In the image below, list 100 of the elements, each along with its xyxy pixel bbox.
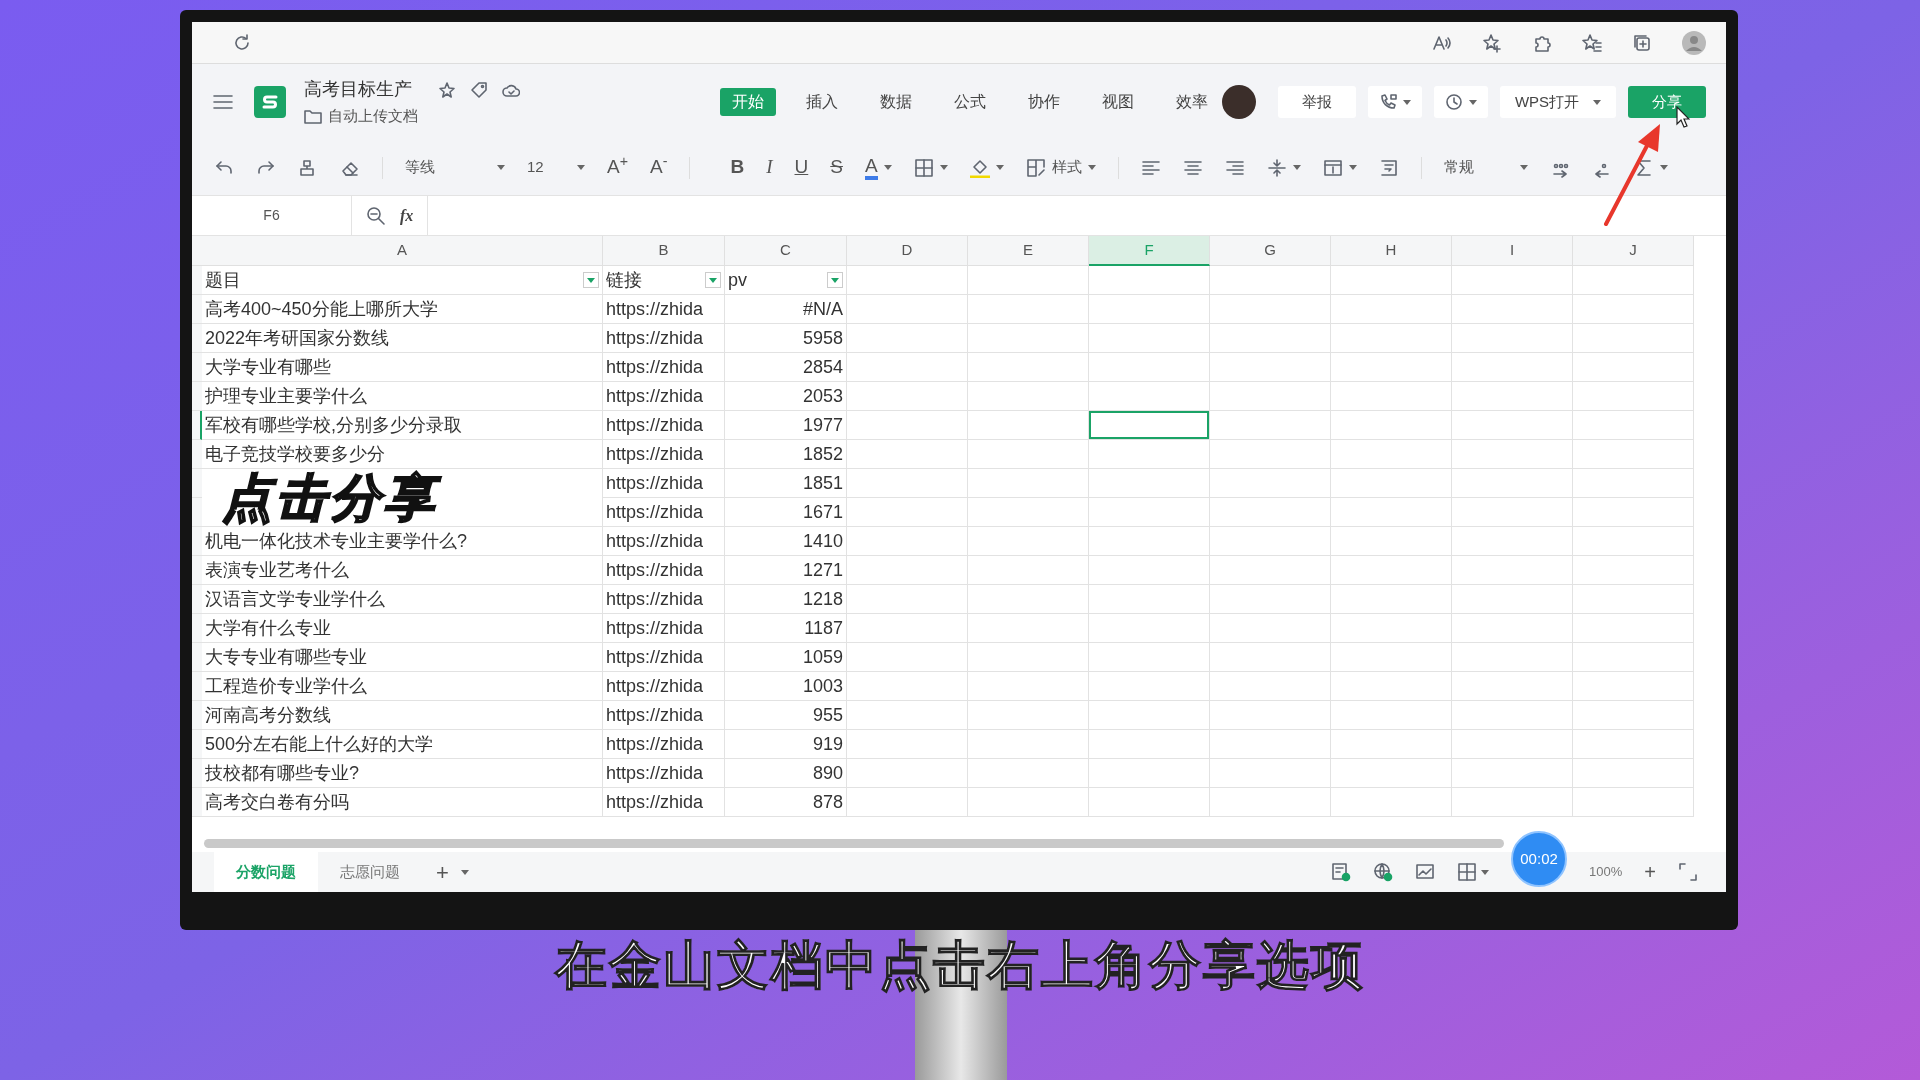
table-cell: https://zhida	[603, 353, 725, 382]
document-title[interactable]: 高考目标生产	[304, 76, 412, 104]
add-favorite-icon[interactable]	[1482, 32, 1502, 53]
call-button[interactable]	[1368, 86, 1422, 118]
caret-icon[interactable]	[1292, 165, 1301, 170]
table-cell: 大学专业有哪些	[202, 353, 603, 382]
menu-tab[interactable]: 公式	[942, 88, 998, 116]
number-format-select[interactable]: 常规	[1443, 156, 1528, 179]
column-header[interactable]: J	[1573, 236, 1694, 266]
font-color-button[interactable]: A	[864, 155, 892, 180]
video-subtitle: 在金山文档中点击右上角分享选项	[555, 935, 1365, 996]
column-header[interactable]: A	[202, 236, 603, 266]
table-cell: 河南高考分数线	[202, 701, 603, 730]
app-logo[interactable]	[254, 86, 286, 118]
name-box[interactable]: F6	[192, 196, 352, 235]
table-cell: https://zhida	[603, 759, 725, 788]
row-header[interactable]	[192, 411, 202, 440]
italic-button[interactable]: I	[766, 153, 773, 182]
menu-tab[interactable]: 数据	[868, 88, 924, 116]
phone-icon[interactable]	[1379, 93, 1397, 111]
zoom-in-button[interactable]: +	[1644, 857, 1656, 887]
column-header[interactable]: C	[725, 236, 847, 266]
borders-icon[interactable]	[913, 157, 934, 178]
zoom-search-icon[interactable]	[366, 205, 386, 226]
filter-dropdown-icon[interactable]	[827, 272, 843, 288]
caret-icon[interactable]	[1348, 165, 1357, 170]
table-cell: 2854	[725, 353, 847, 382]
vertical-align-icon[interactable]	[1266, 157, 1287, 178]
table-cell: https://zhida	[603, 324, 725, 353]
table-cell: https://zhida	[603, 788, 725, 817]
clock-icon[interactable]	[1445, 93, 1463, 111]
column-header[interactable]: E	[968, 236, 1089, 266]
font-select[interactable]: 等线	[405, 156, 505, 179]
caret-icon[interactable]	[1659, 165, 1668, 170]
menu-tab[interactable]: 视图	[1090, 88, 1146, 116]
menu-tab[interactable]: 协作	[1016, 88, 1072, 116]
zoom-level[interactable]: 100%	[1589, 862, 1623, 882]
column-header[interactable]: B	[603, 236, 725, 266]
layout-grid-icon[interactable]	[1457, 862, 1478, 882]
decrease-font-button[interactable]: A$^{-}$	[650, 153, 668, 182]
vertical-align-button[interactable]	[1266, 157, 1301, 178]
caret-icon[interactable]	[995, 165, 1004, 170]
globe-check-icon[interactable]	[1373, 862, 1394, 882]
menu-tab[interactable]: 效率	[1164, 88, 1220, 116]
avatar[interactable]	[1222, 85, 1256, 119]
chart-image-icon[interactable]	[1415, 862, 1436, 882]
fill-color-button[interactable]	[969, 157, 1004, 178]
caret-icon[interactable]	[577, 165, 585, 170]
menu-tab[interactable]: 插入	[794, 88, 850, 116]
table-cell: https://zhida	[603, 411, 725, 440]
wrap-text-icon[interactable]	[1378, 157, 1399, 178]
caret-icon[interactable]	[497, 165, 505, 170]
table-cell: 955	[725, 701, 847, 730]
tag-icon[interactable]	[470, 80, 488, 99]
filter-dropdown-icon[interactable]	[583, 272, 599, 288]
font-size-select[interactable]: 12	[527, 156, 585, 179]
strikethrough-button[interactable]: S	[830, 153, 843, 182]
folder-path[interactable]: 自动上传文档	[328, 105, 418, 128]
sheet-tab[interactable]: 志愿问题	[318, 852, 422, 892]
caret-icon[interactable]	[460, 869, 469, 875]
star-icon[interactable]	[438, 80, 456, 99]
column-header[interactable]: H	[1331, 236, 1452, 266]
table-cell: https://zhida	[603, 469, 725, 498]
table-style-icon[interactable]	[1025, 157, 1046, 178]
collections-icon[interactable]	[1632, 32, 1652, 53]
paint-bucket-icon[interactable]	[969, 157, 990, 178]
increase-font-button[interactable]: A$^{+}$	[607, 153, 628, 182]
open-in-app-button[interactable]: WPS打开	[1500, 86, 1616, 118]
caret-icon[interactable]	[883, 165, 892, 170]
folder-icon[interactable]	[304, 107, 322, 126]
horizontal-scrollbar[interactable]	[204, 838, 1504, 848]
caret-icon[interactable]	[1593, 99, 1602, 105]
caret-icon[interactable]	[1087, 165, 1096, 170]
column-header[interactable]: G	[1210, 236, 1331, 266]
caret-icon[interactable]	[1469, 99, 1477, 105]
table-cell: 技校都有哪些专业?	[202, 759, 603, 788]
caret-icon[interactable]	[1519, 165, 1528, 170]
refresh-icon[interactable]	[232, 32, 252, 53]
table-cell: https://zhida	[603, 527, 725, 556]
bold-button[interactable]: B	[730, 153, 745, 182]
report-button[interactable]: 举报	[1278, 86, 1356, 118]
profile-icon[interactable]	[1682, 30, 1706, 55]
caret-icon[interactable]	[1481, 869, 1490, 875]
fullscreen-icon[interactable]	[1678, 862, 1698, 882]
column-header[interactable]: I	[1452, 236, 1573, 266]
merge-cells-icon[interactable]	[1322, 157, 1343, 178]
history-button[interactable]	[1434, 86, 1488, 118]
table-check-icon[interactable]	[1331, 862, 1352, 882]
active-cell[interactable]	[1089, 411, 1209, 439]
borders-button[interactable]	[913, 157, 948, 178]
add-sheet-button[interactable]: +	[436, 855, 449, 889]
underline-button[interactable]: U	[794, 153, 809, 182]
filter-dropdown-icon[interactable]	[705, 272, 721, 288]
style-button[interactable]: 样式	[1025, 156, 1096, 179]
column-header[interactable]: D	[847, 236, 968, 266]
header-label: 链接	[606, 268, 642, 292]
favorites-icon[interactable]	[1582, 32, 1602, 53]
caret-icon[interactable]	[939, 165, 948, 170]
merge-cells-button[interactable]	[1322, 157, 1357, 178]
caret-icon[interactable]	[1403, 99, 1411, 105]
